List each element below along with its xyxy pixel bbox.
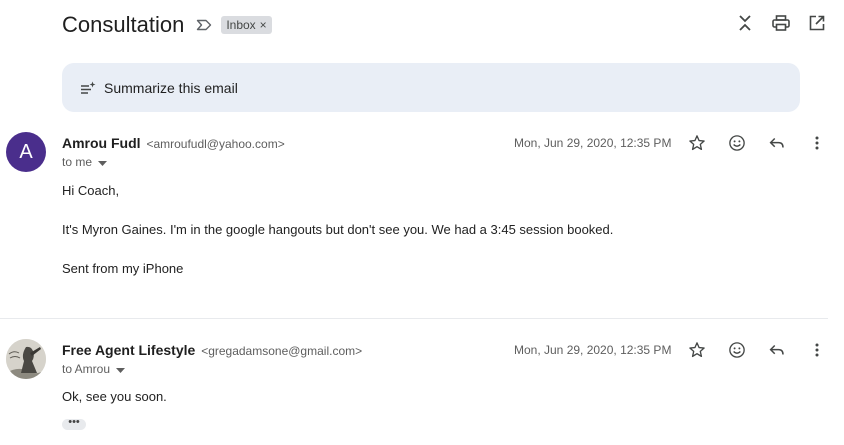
message-body-line: Ok, see you soon. bbox=[62, 389, 167, 404]
message-body-line: Hi Coach, bbox=[62, 183, 120, 198]
more-vert-icon[interactable] bbox=[806, 339, 828, 361]
email-subject: Consultation bbox=[62, 12, 185, 37]
show-trimmed-content-button[interactable]: ••• bbox=[62, 417, 86, 430]
thread-toolbar bbox=[736, 14, 826, 32]
sender-name[interactable]: Free Agent Lifestyle bbox=[62, 342, 195, 358]
star-icon[interactable] bbox=[686, 339, 708, 361]
summarize-sparkle-icon bbox=[80, 81, 96, 95]
reply-icon[interactable] bbox=[766, 132, 788, 154]
emoji-reaction-icon[interactable] bbox=[726, 339, 748, 361]
chevron-down-icon bbox=[116, 362, 126, 376]
star-icon[interactable] bbox=[686, 132, 708, 154]
message-body-line: Sent from my iPhone bbox=[62, 261, 184, 276]
message-actions bbox=[686, 132, 828, 154]
recipients-toggle[interactable]: to me bbox=[62, 155, 108, 169]
message-actions bbox=[686, 339, 828, 361]
open-new-window-icon[interactable] bbox=[808, 14, 826, 32]
message-date: Mon, Jun 29, 2020, 12:35 PM bbox=[514, 343, 672, 357]
message-date: Mon, Jun 29, 2020, 12:35 PM bbox=[514, 136, 672, 150]
avatar[interactable] bbox=[6, 339, 46, 379]
print-icon[interactable] bbox=[772, 14, 790, 32]
message-body-line: It's Myron Gaines. I'm in the google han… bbox=[62, 222, 614, 237]
sender-line: Amrou Fudl <amroufudl@yahoo.com> bbox=[62, 135, 285, 151]
inbox-label-chip: Inbox × bbox=[221, 16, 272, 34]
more-vert-icon[interactable] bbox=[806, 132, 828, 154]
summarize-label: Summarize this email bbox=[104, 79, 238, 96]
sender-email: <amroufudl@yahoo.com> bbox=[146, 137, 285, 151]
sender-line: Free Agent Lifestyle <gregadamsone@gmail… bbox=[62, 342, 362, 358]
subject-row: Consultation Inbox × bbox=[62, 10, 272, 40]
emoji-reaction-icon[interactable] bbox=[726, 132, 748, 154]
sender-name[interactable]: Amrou Fudl bbox=[62, 135, 141, 151]
sender-email: <gregadamsone@gmail.com> bbox=[201, 344, 363, 358]
chevron-down-icon bbox=[98, 155, 108, 169]
recipients-text: to me bbox=[62, 155, 93, 169]
avatar[interactable]: A bbox=[6, 132, 46, 172]
message-divider bbox=[0, 318, 828, 319]
important-marker-icon[interactable] bbox=[196, 19, 212, 31]
recipients-toggle[interactable]: to Amrou bbox=[62, 362, 126, 376]
collapse-all-icon[interactable] bbox=[736, 14, 754, 32]
reply-icon[interactable] bbox=[766, 339, 788, 361]
recipients-text: to Amrou bbox=[62, 362, 111, 376]
remove-label-button[interactable]: × bbox=[260, 19, 267, 31]
summarize-email-button[interactable]: Summarize this email bbox=[62, 63, 800, 112]
inbox-label-text: Inbox bbox=[226, 18, 256, 32]
